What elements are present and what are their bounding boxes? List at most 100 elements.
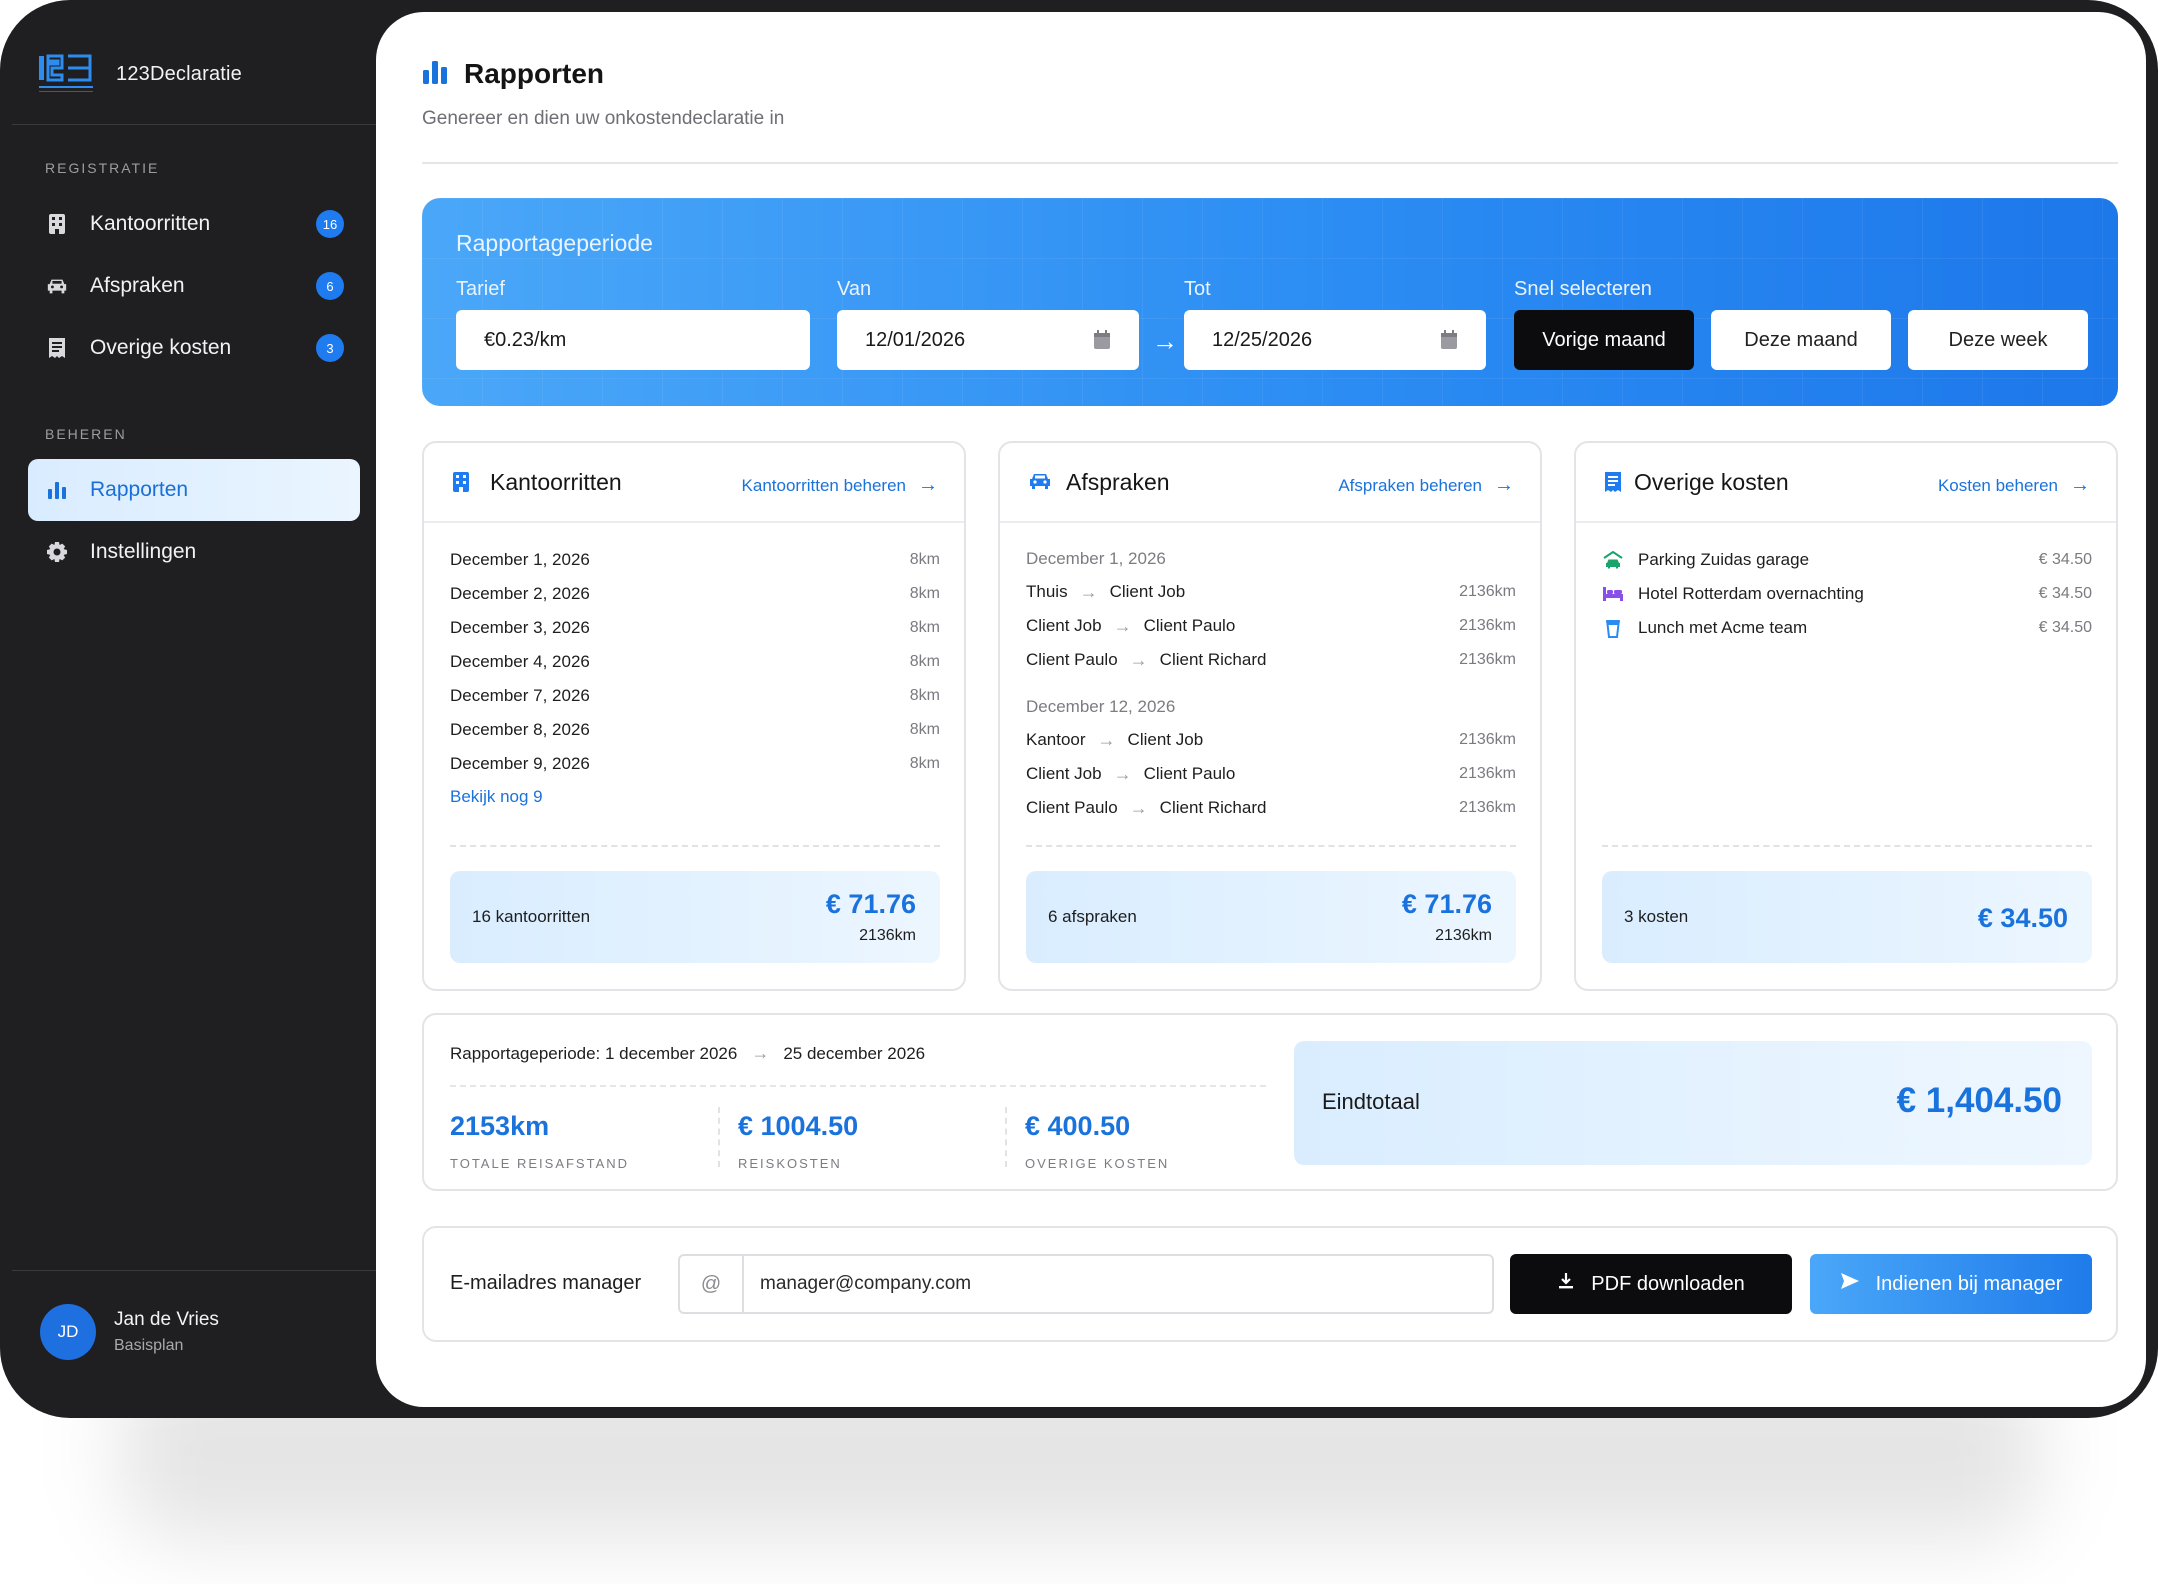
grand-total-label: Eindtotaal xyxy=(1322,1089,1420,1114)
period-title: Rapportageperiode xyxy=(456,230,653,256)
sidebar-item-afspraken[interactable]: Afspraken 6 xyxy=(28,255,360,317)
route-to: Client Paulo xyxy=(1143,616,1236,635)
send-button-label: Indienen bij manager xyxy=(1875,1272,2063,1295)
deze-maand-button[interactable]: Deze maand xyxy=(1711,310,1891,370)
card-summary: 3 kosten € 34.50 xyxy=(1602,871,2092,963)
row-km: 2136km xyxy=(1459,583,1516,600)
user-profile[interactable]: JD Jan de Vries Basisplan xyxy=(40,1304,219,1360)
list-item: Hotel Rotterdam overnachting € 34.50 xyxy=(1602,577,2092,611)
arrow-right-icon: → xyxy=(1079,581,1098,602)
email-label: E-mailadres manager xyxy=(450,1272,642,1294)
logo-icon xyxy=(38,54,94,94)
stat-divider xyxy=(1005,1107,1007,1167)
parking-car-icon xyxy=(1602,551,1624,569)
vorige-maand-button[interactable]: Vorige maand xyxy=(1514,310,1694,370)
kantoorritten-beheren-link[interactable]: Kantoorritten beheren → xyxy=(742,474,938,497)
count-badge: 16 xyxy=(316,210,344,238)
list-item: Kantoor → Client Job 2136km xyxy=(1026,723,1516,757)
sidebar-item-kantoorritten[interactable]: Kantoorritten 16 xyxy=(28,193,360,255)
expense-list: Parking Zuidas garage € 34.50 Hotel Rott… xyxy=(1602,543,2092,645)
submit-bar: E-mailadres manager @ manager@company.co… xyxy=(422,1226,2118,1342)
email-field[interactable]: @ manager@company.com xyxy=(678,1254,1494,1314)
list-item: Client Job → Client Paulo 2136km xyxy=(1026,609,1516,643)
summary-count: 3 kosten xyxy=(1624,907,1689,926)
stat-value: € 400.50 xyxy=(1025,1111,1131,1141)
afspraken-beheren-link[interactable]: Afspraken beheren → xyxy=(1338,474,1514,497)
summary-amount: € 71.76 xyxy=(1401,889,1492,919)
list-item: Lunch met Acme team € 34.50 xyxy=(1602,611,2092,645)
building-icon xyxy=(452,471,470,498)
expense-amount: € 34.50 xyxy=(2038,619,2092,636)
expense-label: Hotel Rotterdam overnachting xyxy=(1638,584,1864,603)
overige-kosten-card: Overige kosten Kosten beheren → Parking … xyxy=(1574,441,2118,991)
sidebar-item-rapporten[interactable]: Rapporten xyxy=(28,459,360,521)
expense-amount: € 34.50 xyxy=(2038,551,2092,568)
calendar-icon[interactable] xyxy=(1093,330,1111,356)
route: Client Job → Client Paulo xyxy=(1026,764,1235,785)
stat-value: 2153km xyxy=(450,1111,550,1141)
banner-pattern xyxy=(422,198,2118,406)
list-item: December 8, 2026 8km xyxy=(450,713,940,747)
row-km: 2136km xyxy=(1459,799,1516,816)
section-registratie: REGISTRATIE xyxy=(45,160,160,176)
list-item: Thuis → Client Job 2136km xyxy=(1026,575,1516,609)
app-name: 123Declaratie xyxy=(116,62,243,85)
sidebar-item-label: Overige kosten xyxy=(90,336,232,359)
app-window: 123Declaratie REGISTRATIE Kantoorritten … xyxy=(0,0,2158,1418)
header-divider xyxy=(422,162,2118,164)
sidebar-item-instellingen[interactable]: Instellingen xyxy=(28,521,360,583)
arrow-right-icon: → xyxy=(751,1043,770,1063)
kantoorritten-card: Kantoorritten Kantoorritten beheren → De… xyxy=(422,441,966,991)
kosten-beheren-link[interactable]: Kosten beheren → xyxy=(1938,474,2090,497)
card-title: Afspraken xyxy=(1066,469,1170,495)
row-date: December 4, 2026 xyxy=(450,652,590,671)
row-km: 2136km xyxy=(1459,651,1516,668)
link-label: Afspraken beheren xyxy=(1338,475,1482,495)
view-more-link[interactable]: Bekijk nog 9 xyxy=(450,787,940,807)
route-to: Client Paulo xyxy=(1143,764,1236,783)
arrow-right-icon: → xyxy=(1152,326,1178,356)
pdf-download-button[interactable]: PDF downloaden xyxy=(1510,1254,1792,1314)
gear-icon xyxy=(46,541,68,563)
route-from: Client Job xyxy=(1026,616,1102,635)
grand-total-value: € 1,404.50 xyxy=(1896,1081,2062,1120)
main-panel: Rapporten Genereer en dien uw onkostende… xyxy=(376,12,2146,1407)
card-divider xyxy=(450,845,940,847)
stat-divider xyxy=(718,1107,720,1167)
arrow-right-icon: → xyxy=(1097,729,1116,750)
cup-icon xyxy=(1602,618,1624,638)
arrow-right-icon: → xyxy=(1113,615,1132,636)
row-date: December 1, 2026 xyxy=(450,550,590,569)
van-date-input[interactable]: 12/01/2026 xyxy=(837,310,1139,370)
route-from: Client Paulo xyxy=(1026,650,1118,669)
summary-period: Rapportageperiode: 1 december 2026 → 25 … xyxy=(450,1043,925,1064)
sidebar-divider xyxy=(12,124,376,125)
card-header: Overige kosten Kosten beheren → xyxy=(1576,443,2116,523)
period-banner: Rapportageperiode Tarief €0.23/km Van 12… xyxy=(422,198,2118,406)
expense-label-wrap: Lunch met Acme team xyxy=(1602,618,1807,638)
bar-chart-icon xyxy=(46,479,68,501)
submit-to-manager-button[interactable]: Indienen bij manager xyxy=(1810,1254,2092,1314)
tot-value: 12/25/2026 xyxy=(1212,328,1313,351)
deze-week-button[interactable]: Deze week xyxy=(1908,310,2088,370)
expense-label: Lunch met Acme team xyxy=(1638,618,1808,637)
list-item: December 4, 2026 8km xyxy=(450,645,940,679)
group-date: December 12, 2026 xyxy=(1026,697,1176,716)
tarief-input[interactable]: €0.23/km xyxy=(456,310,810,370)
sidebar-item-label: Kantoorritten xyxy=(90,212,211,235)
sidebar-item-overige-kosten[interactable]: Overige kosten 3 xyxy=(28,317,360,379)
arrow-right-icon: → xyxy=(1129,797,1148,818)
route-to: Client Job xyxy=(1109,582,1186,601)
card-title: Kantoorritten xyxy=(490,469,622,495)
tot-label: Tot xyxy=(1184,278,1211,300)
calendar-icon[interactable] xyxy=(1440,330,1458,356)
tot-date-input[interactable]: 12/25/2026 xyxy=(1184,310,1486,370)
receipt-icon xyxy=(1604,471,1622,498)
row-date: December 7, 2026 xyxy=(450,686,590,705)
arrow-right-icon: → xyxy=(1113,763,1132,784)
row-km: 8km xyxy=(909,687,940,704)
summary-amount: € 71.76 xyxy=(825,889,916,919)
building-icon xyxy=(46,213,68,235)
logo[interactable]: 123Declaratie xyxy=(38,54,242,94)
card-divider xyxy=(1602,845,2092,847)
